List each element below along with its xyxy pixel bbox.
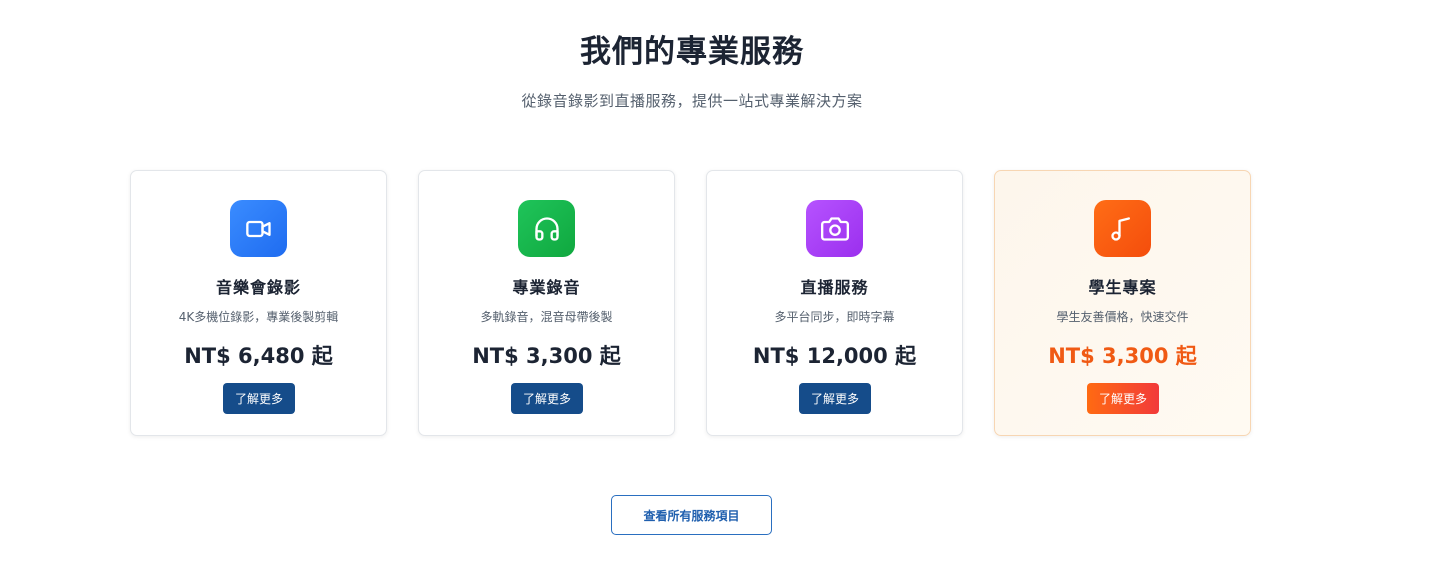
card-title: 專業錄音 [512,278,581,297]
service-card-recording: 專業錄音 多軌錄音，混音母帶後製 NT$ 3,300 起 了解更多 [418,170,675,436]
headphones-icon [518,200,575,257]
card-price: NT$ 6,480 起 [184,344,333,368]
card-title: 學生專案 [1088,278,1157,297]
card-description: 多軌錄音，混音母帶後製 [480,310,613,324]
video-camera-icon [230,200,287,257]
card-description: 多平台同步，即時字幕 [774,310,895,324]
service-card-student: 學生專案 學生友善價格，快速交件 NT$ 3,300 起 了解更多 [994,170,1251,436]
card-title: 直播服務 [800,278,869,297]
section-title: 我們的專業服務 [580,34,804,70]
learn-more-button[interactable]: 了解更多 [511,383,583,414]
camera-icon [806,200,863,257]
card-title: 音樂會錄影 [215,278,301,297]
service-card-livestream: 直播服務 多平台同步，即時字幕 NT$ 12,000 起 了解更多 [706,170,963,436]
card-description: 4K多機位錄影，專業後製剪輯 [178,310,339,324]
card-description: 學生友善價格，快速交件 [1056,310,1189,324]
service-card-concert-video: 音樂會錄影 4K多機位錄影，專業後製剪輯 NT$ 6,480 起 了解更多 [130,170,387,436]
view-all-services-button[interactable]: 查看所有服務項目 [611,495,772,535]
card-price: NT$ 3,300 起 [472,344,621,368]
learn-more-button[interactable]: 了解更多 [223,383,295,414]
card-price: NT$ 12,000 起 [752,344,917,368]
card-price: NT$ 3,300 起 [1048,344,1197,368]
music-note-icon [1094,200,1151,257]
learn-more-button[interactable]: 了解更多 [799,383,871,414]
learn-more-button[interactable]: 了解更多 [1087,383,1159,414]
services-section: 我們的專業服務 從錄音錄影到直播服務，提供一站式專業解決方案 音樂會錄影 4K多… [0,0,1449,575]
section-subtitle: 從錄音錄影到直播服務，提供一站式專業解決方案 [521,92,863,110]
